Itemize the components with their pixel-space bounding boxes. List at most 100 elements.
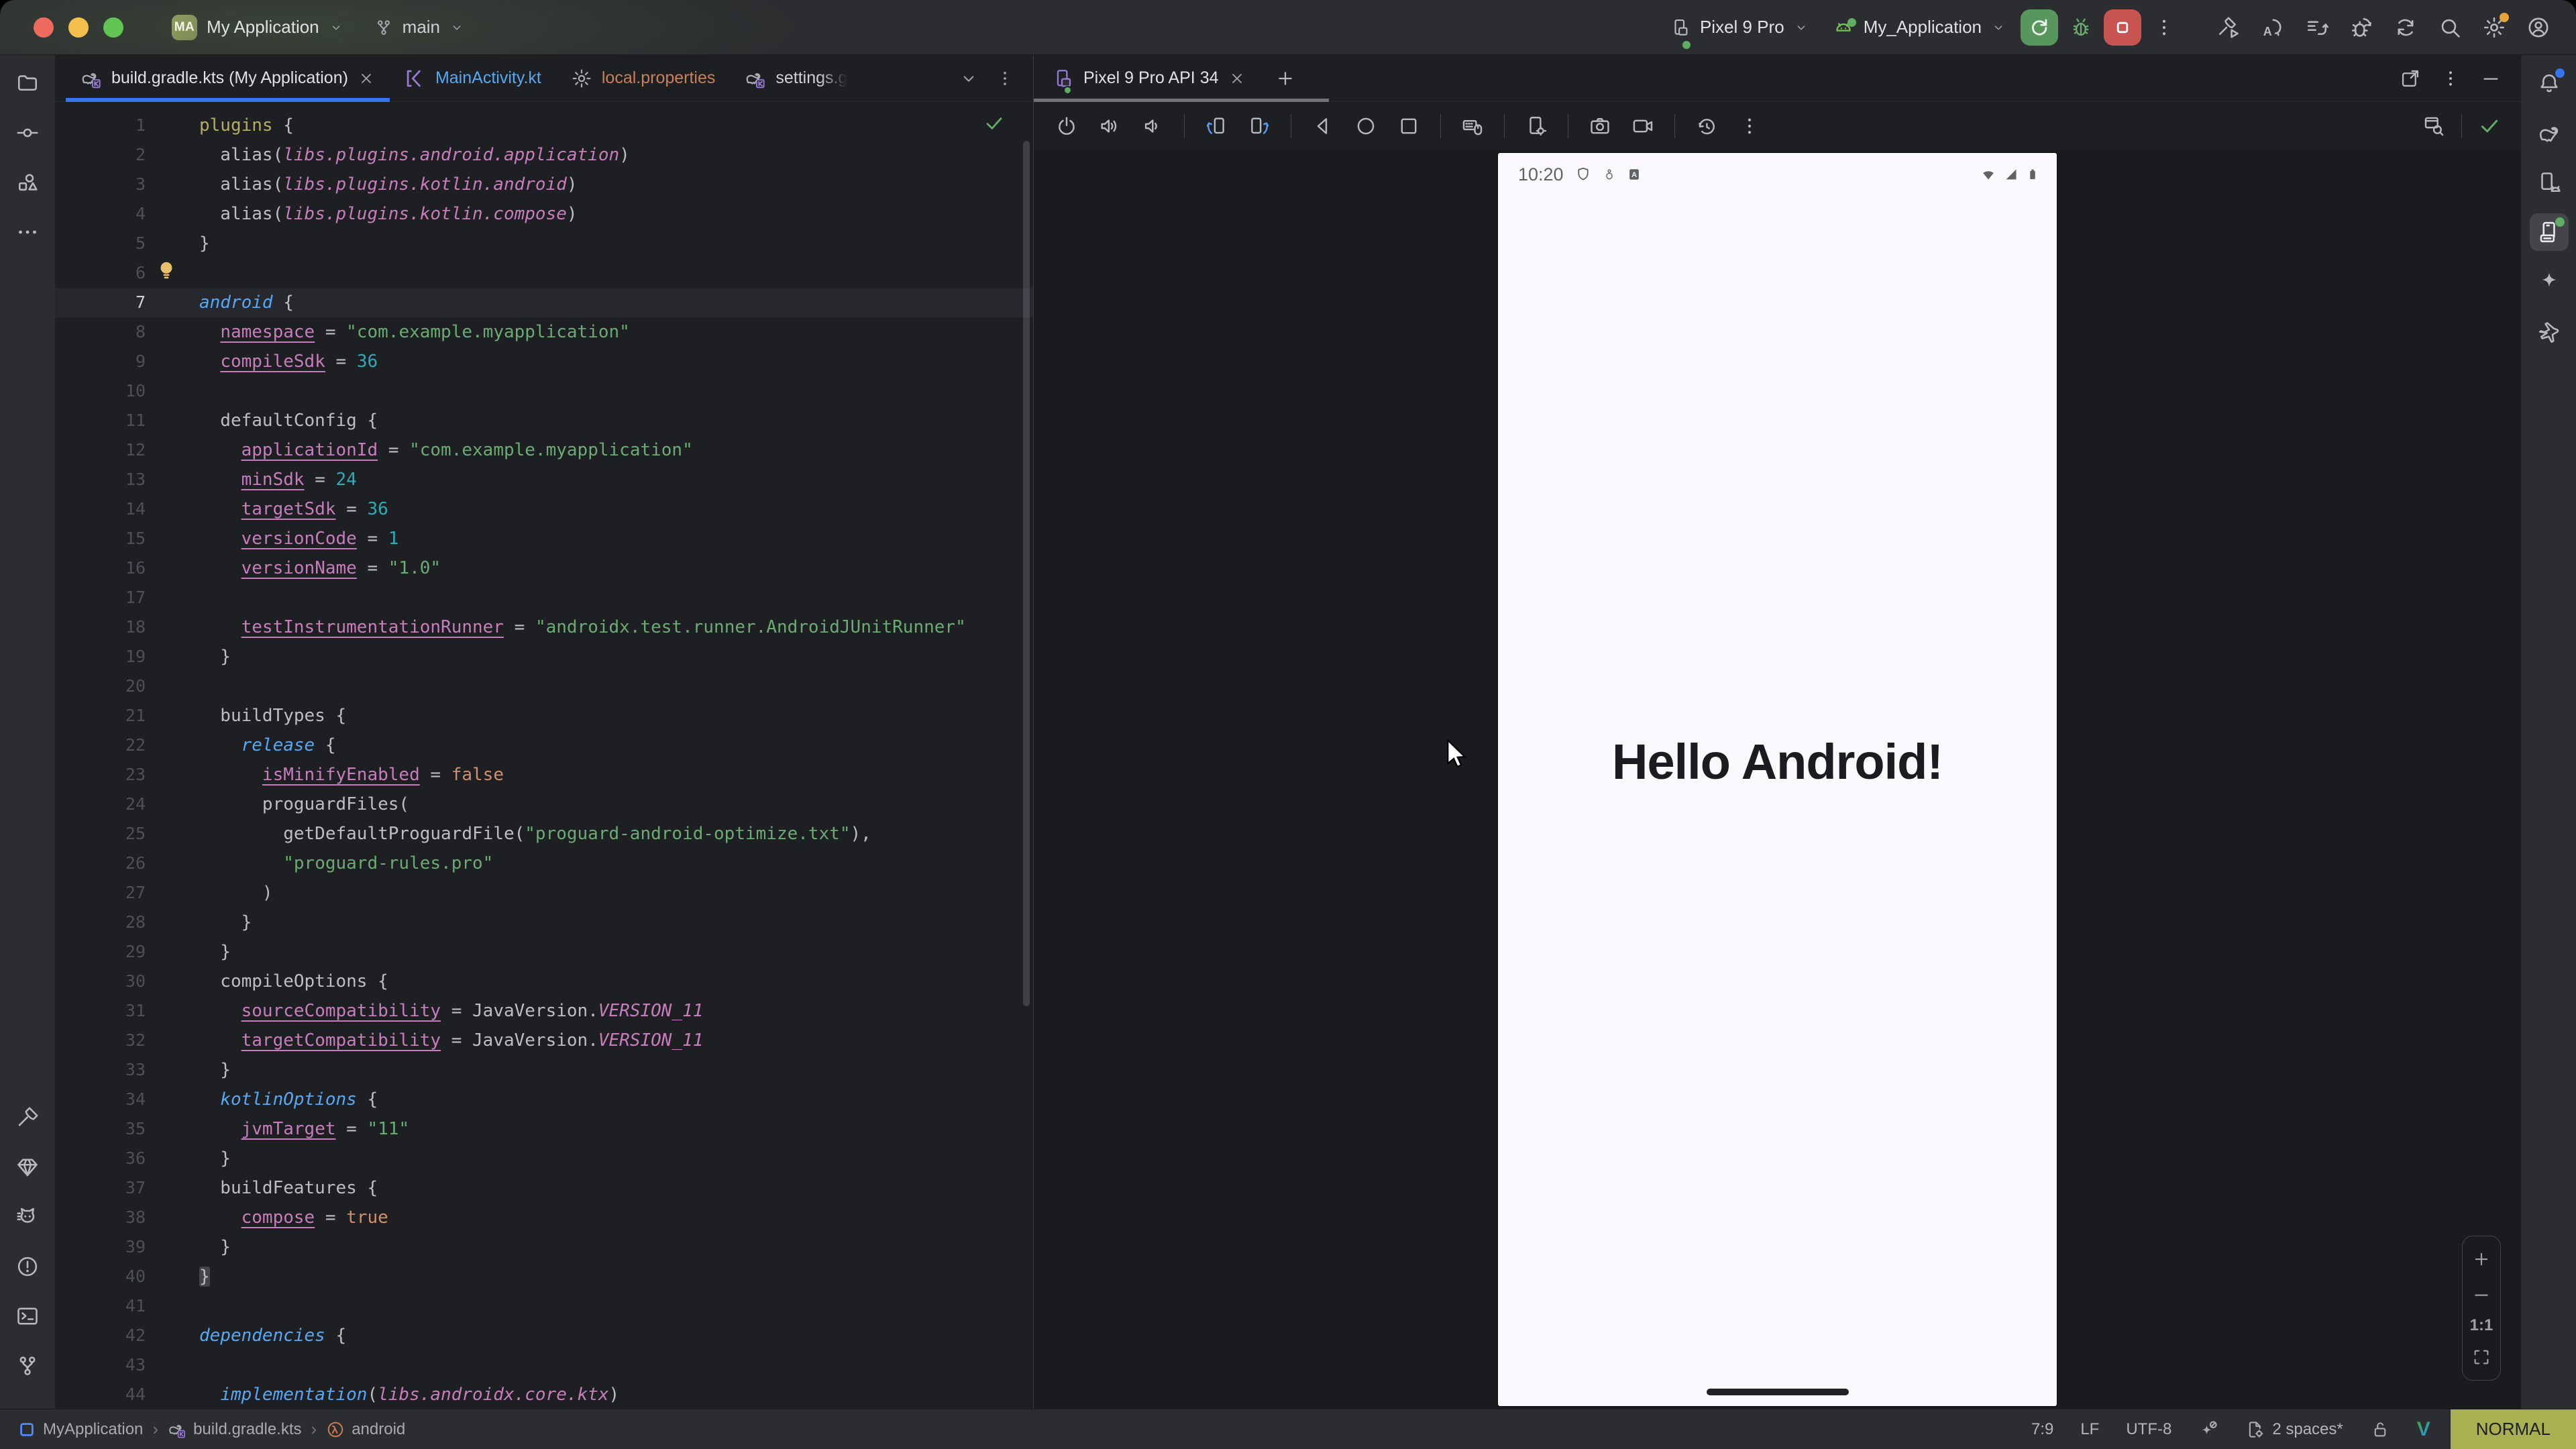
code-line[interactable]: dependencies { — [199, 1321, 1033, 1350]
code-line[interactable]: isMinifyEnabled = false — [199, 760, 1033, 790]
line-number[interactable]: 10 — [55, 376, 146, 406]
code-line[interactable]: release { — [199, 731, 1033, 760]
line-number[interactable]: 22 — [55, 731, 146, 760]
project-selector[interactable]: MA My Application — [162, 8, 353, 47]
editor-tab[interactable]: local.properties — [556, 55, 731, 101]
code-line[interactable]: jvmTarget = "11" — [199, 1114, 1033, 1144]
problems-button[interactable] — [8, 1248, 47, 1285]
open-in-new-window-button[interactable] — [2394, 62, 2427, 95]
gesture-navigation-bar[interactable] — [1707, 1389, 1849, 1395]
commit-button[interactable] — [8, 114, 47, 152]
line-number[interactable]: 7 — [55, 288, 146, 317]
add-device-tab-button[interactable] — [1269, 62, 1302, 95]
plane-button[interactable] — [2530, 313, 2569, 350]
file-lock-status[interactable] — [2357, 1409, 2404, 1449]
rerun-button[interactable] — [2021, 9, 2058, 46]
line-number[interactable]: 41 — [55, 1291, 146, 1321]
line-number[interactable]: 39 — [55, 1232, 146, 1262]
stop-button[interactable] — [2104, 9, 2141, 46]
line-number[interactable]: 35 — [55, 1114, 146, 1144]
line-number[interactable]: 31 — [55, 996, 146, 1026]
code-line[interactable]: getDefaultProguardFile("proguard-android… — [199, 819, 1033, 849]
rotate-left-button[interactable] — [1198, 109, 1234, 143]
code-line[interactable]: testInstrumentationRunner = "androidx.te… — [199, 612, 1033, 642]
running-devices-button[interactable] — [2530, 213, 2569, 251]
code-line[interactable]: } — [199, 1262, 1033, 1291]
editor-tab[interactable]: build.gradle.kts (My Application) — [66, 55, 390, 101]
code-line[interactable]: android { — [146, 288, 1033, 317]
apply-restart-button[interactable]: A — [2254, 9, 2292, 46]
code-line[interactable] — [199, 376, 1033, 406]
panel-options-button[interactable] — [2434, 62, 2467, 95]
code-line[interactable]: sourceCompatibility = JavaVersion.VERSIO… — [199, 996, 1033, 1026]
file-encoding[interactable]: UTF-8 — [2112, 1409, 2185, 1449]
code-line[interactable]: proguardFiles( — [199, 790, 1033, 819]
line-number[interactable]: 8 — [55, 317, 146, 347]
line-number[interactable]: 20 — [55, 672, 146, 701]
gem-button[interactable] — [8, 1148, 47, 1186]
more-run-options-button[interactable] — [2147, 10, 2182, 45]
code-line[interactable]: buildFeatures { — [199, 1173, 1033, 1203]
screen-record-button[interactable] — [1625, 109, 1661, 143]
line-number[interactable]: 11 — [55, 406, 146, 435]
code-line[interactable]: } — [199, 1232, 1033, 1262]
line-number[interactable]: 16 — [55, 553, 146, 583]
code-line[interactable]: alias(libs.plugins.kotlin.android) — [199, 170, 1033, 199]
code-line[interactable]: ) — [199, 878, 1033, 908]
run-configuration-selector[interactable]: My_Application — [1823, 10, 2015, 45]
snapshots-button[interactable] — [1688, 109, 1725, 143]
code-line[interactable] — [199, 672, 1033, 701]
volume-up-button[interactable] — [1091, 109, 1128, 143]
line-number[interactable]: 18 — [55, 612, 146, 642]
nav-back-button[interactable] — [1305, 109, 1341, 143]
line-number[interactable]: 42 — [55, 1321, 146, 1350]
device-manager-button[interactable] — [2530, 164, 2569, 201]
code-line[interactable]: plugins { — [199, 111, 1033, 140]
volume-down-button[interactable] — [1134, 109, 1171, 143]
code-line[interactable]: "proguard-rules.pro" — [199, 849, 1033, 878]
line-number-gutter[interactable]: 1234567891011121314151617181920212223242… — [55, 111, 146, 1409]
debug-button[interactable] — [2063, 10, 2098, 45]
hide-panel-button[interactable] — [2474, 62, 2508, 95]
build-button[interactable] — [2210, 9, 2247, 46]
line-number[interactable]: 12 — [55, 435, 146, 465]
terminal-button[interactable] — [8, 1297, 47, 1335]
code-line[interactable]: applicationId = "com.example.myapplicati… — [199, 435, 1033, 465]
intention-lightbulb-icon[interactable] — [154, 258, 178, 282]
code-line[interactable]: targetSdk = 36 — [199, 494, 1033, 524]
code-line[interactable]: versionCode = 1 — [199, 524, 1033, 553]
code-line[interactable]: namespace = "com.example.myapplication" — [199, 317, 1033, 347]
search-button[interactable] — [2431, 9, 2469, 46]
hidden-tabs-button[interactable] — [953, 62, 985, 95]
code-line[interactable]: targetCompatibility = JavaVersion.VERSIO… — [199, 1026, 1033, 1055]
code-line[interactable]: } — [199, 1144, 1033, 1173]
code-line[interactable]: } — [199, 908, 1033, 937]
tab-options-button[interactable] — [989, 62, 1021, 95]
close-window-button[interactable] — [34, 17, 54, 38]
ui-inspect-button[interactable] — [2416, 109, 2452, 143]
minimize-window-button[interactable] — [68, 17, 89, 38]
line-number[interactable]: 30 — [55, 967, 146, 996]
device-settings-button[interactable] — [1518, 109, 1554, 143]
code-line[interactable]: alias(libs.plugins.kotlin.compose) — [199, 199, 1033, 229]
fullscreen-window-button[interactable] — [103, 17, 123, 38]
code-editor[interactable]: 1234567891011121314151617181920212223242… — [55, 102, 1033, 1409]
close-device-tab-icon[interactable] — [1228, 70, 1246, 87]
folder-button[interactable] — [8, 64, 47, 102]
breadcrumb-item[interactable]: android — [326, 1420, 405, 1439]
line-number[interactable]: 3 — [55, 170, 146, 199]
line-number[interactable]: 32 — [55, 1026, 146, 1055]
breadcrumb-item[interactable]: MyApplication — [17, 1420, 143, 1439]
line-number[interactable]: 34 — [55, 1085, 146, 1114]
more-button[interactable] — [8, 213, 47, 251]
power-button[interactable] — [1049, 109, 1085, 143]
code-line[interactable]: buildTypes { — [199, 701, 1033, 731]
vim-mode-badge[interactable]: NORMAL — [2451, 1409, 2576, 1449]
line-number[interactable]: 9 — [55, 347, 146, 376]
line-number[interactable]: 36 — [55, 1144, 146, 1173]
code-line[interactable]: } — [199, 642, 1033, 672]
gradle-button[interactable] — [2530, 114, 2569, 152]
nav-home-button[interactable] — [1348, 109, 1384, 143]
code-line[interactable]: versionName = "1.0" — [199, 553, 1033, 583]
settings-button[interactable] — [2475, 9, 2513, 46]
